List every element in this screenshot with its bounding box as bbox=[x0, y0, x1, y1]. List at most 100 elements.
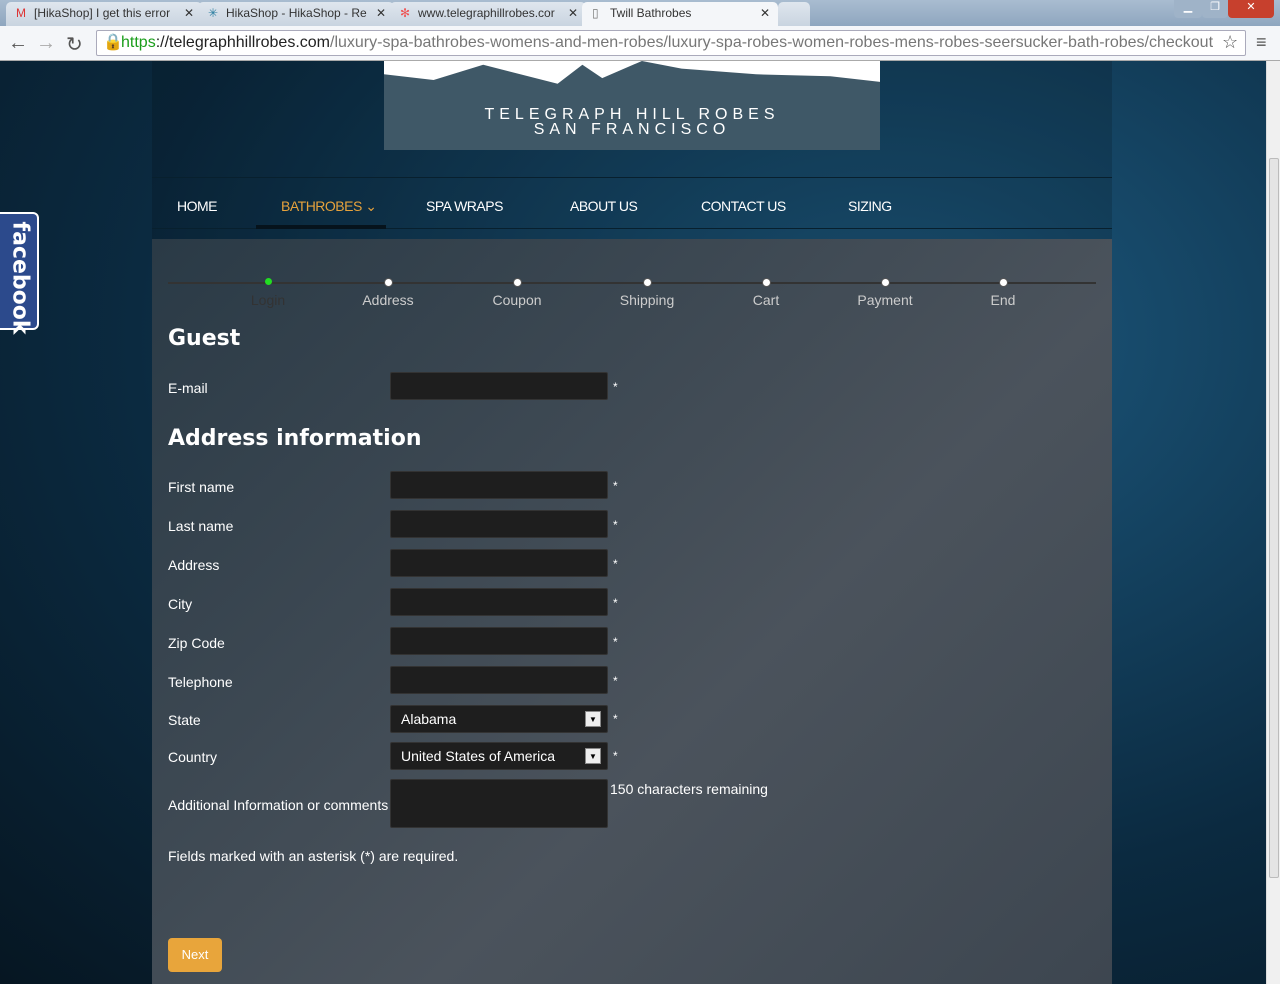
step-dot-shipping bbox=[643, 278, 652, 287]
tab-joomla[interactable]: ✻ www.telegraphillrobes.cor ✕ bbox=[390, 2, 586, 26]
required-marker: * bbox=[613, 518, 618, 532]
first-name-label: First name bbox=[168, 479, 235, 495]
menu-label: BATHROBES bbox=[281, 198, 362, 214]
required-marker: * bbox=[613, 674, 618, 688]
reload-icon[interactable]: ↻ bbox=[66, 32, 83, 57]
zip-code-input[interactable] bbox=[390, 627, 608, 655]
tab-hikashop[interactable]: ✳ HikaShop - HikaShop - Re ✕ bbox=[198, 2, 394, 26]
checkout-panel: Login Address Coupon Shipping Cart Payme… bbox=[152, 239, 1112, 984]
country-value: United States of America bbox=[401, 748, 556, 764]
menu-home[interactable]: HOME bbox=[177, 198, 218, 214]
chars-remaining: 150 characters remaining bbox=[610, 781, 768, 797]
close-window-button[interactable]: ✕ bbox=[1228, 0, 1274, 18]
menu-icon[interactable]: ≡ bbox=[1256, 32, 1267, 53]
maximize-button[interactable]: ❐ bbox=[1202, 0, 1228, 18]
step-dot-end bbox=[999, 278, 1008, 287]
comments-label: Additional Information or comments bbox=[168, 797, 389, 813]
menu-bathrobes[interactable]: BATHROBES ⌄ bbox=[281, 198, 377, 215]
guest-heading: Guest bbox=[168, 326, 241, 351]
progress-track bbox=[168, 282, 1096, 284]
state-value: Alabama bbox=[401, 711, 457, 727]
comments-textarea[interactable] bbox=[390, 779, 608, 828]
close-tab-icon[interactable]: ✕ bbox=[760, 6, 770, 20]
step-shipping: Shipping bbox=[619, 292, 675, 308]
scrollbar[interactable] bbox=[1266, 61, 1280, 984]
new-tab-button[interactable] bbox=[778, 2, 810, 26]
gmail-icon: M bbox=[16, 6, 26, 20]
required-marker: * bbox=[613, 712, 618, 726]
menu-contact-us[interactable]: CONTACT US bbox=[701, 198, 786, 214]
zip-code-label: Zip Code bbox=[168, 635, 225, 651]
step-dot-address bbox=[384, 278, 393, 287]
last-name-label: Last name bbox=[168, 518, 234, 534]
dropdown-arrow-icon: ▼ bbox=[585, 711, 601, 727]
required-marker: * bbox=[613, 380, 618, 394]
address-heading: Address information bbox=[168, 426, 422, 451]
address-input[interactable] bbox=[390, 549, 608, 577]
required-marker: * bbox=[613, 479, 618, 493]
active-menu-indicator bbox=[256, 225, 386, 229]
step-cart: Cart bbox=[752, 292, 780, 308]
facebook-logo: facebook bbox=[7, 221, 33, 335]
first-name-input[interactable] bbox=[390, 471, 608, 499]
forward-icon[interactable]: → bbox=[36, 32, 56, 55]
address-label: Address bbox=[168, 557, 220, 573]
step-dot-cart bbox=[762, 278, 771, 287]
step-coupon: Coupon bbox=[492, 292, 542, 308]
menu-spa-wraps[interactable]: SPA WRAPS bbox=[426, 198, 503, 214]
required-marker: * bbox=[613, 596, 618, 610]
tab-title: [HikaShop] I get this error bbox=[34, 6, 171, 20]
country-label: Country bbox=[168, 749, 218, 765]
step-dot-login bbox=[265, 278, 272, 285]
dropdown-arrow-icon: ▼ bbox=[585, 748, 601, 764]
city-input[interactable] bbox=[390, 588, 608, 616]
required-note: Fields marked with an asterisk (*) are r… bbox=[168, 848, 459, 864]
next-button[interactable]: Next bbox=[168, 938, 222, 972]
telephone-label: Telephone bbox=[168, 674, 233, 690]
bookmark-star-icon[interactable]: ☆ bbox=[1222, 32, 1238, 53]
email-label: E-mail bbox=[168, 380, 208, 396]
email-input[interactable] bbox=[390, 372, 608, 400]
main-menu: HOME BATHROBES ⌄ SPA WRAPS ABOUT US CONT… bbox=[152, 177, 1112, 229]
joomla-icon: ✻ bbox=[400, 6, 411, 20]
minimize-button[interactable]: ▁ bbox=[1174, 0, 1202, 18]
logo-line2: SAN FRANCISCO bbox=[533, 121, 731, 138]
tab-twill-bathrobes[interactable]: ▯ Twill Bathrobes ✕ bbox=[582, 2, 778, 26]
city-label: City bbox=[168, 596, 193, 612]
lock-icon: 🔒 bbox=[103, 34, 123, 51]
menu-sizing[interactable]: SIZING bbox=[848, 198, 892, 214]
tab-gmail[interactable]: M [HikaShop] I get this error ✕ bbox=[6, 2, 202, 26]
site-logo[interactable]: TELEGRAPH HILL ROBES SAN FRANCISCO bbox=[384, 61, 880, 150]
country-select[interactable]: United States of America ▼ bbox=[390, 742, 608, 770]
page-icon: ▯ bbox=[592, 6, 599, 20]
last-name-input[interactable] bbox=[390, 510, 608, 538]
skyline-graphic bbox=[384, 61, 880, 84]
menu-about-us[interactable]: ABOUT US bbox=[570, 198, 638, 214]
url-scheme: https bbox=[121, 34, 156, 51]
step-login: Login bbox=[250, 292, 286, 308]
state-select[interactable]: Alabama ▼ bbox=[390, 705, 608, 733]
page: TELEGRAPH HILL ROBES SAN FRANCISCO HOME … bbox=[0, 61, 1266, 984]
url-path: /luxury-spa-bathrobes-womens-and-men-rob… bbox=[330, 34, 1214, 51]
url-domain: ://telegraphhillrobes.com bbox=[155, 34, 330, 51]
step-end: End bbox=[990, 292, 1016, 308]
hikashop-icon: ✳ bbox=[208, 6, 219, 20]
step-payment: Payment bbox=[857, 292, 913, 308]
tab-title: HikaShop - HikaShop - Re bbox=[226, 6, 367, 20]
step-address: Address bbox=[362, 292, 414, 308]
scrollbar-thumb[interactable] bbox=[1269, 158, 1279, 878]
required-marker: * bbox=[613, 749, 618, 763]
tab-title: Twill Bathrobes bbox=[610, 6, 692, 20]
chevron-down-icon: ⌄ bbox=[365, 198, 377, 214]
required-marker: * bbox=[613, 557, 618, 571]
tab-bar: M [HikaShop] I get this error ✕ ✳ HikaShop … bbox=[0, 0, 1280, 26]
close-tab-icon[interactable]: ✕ bbox=[568, 6, 578, 20]
telephone-input[interactable] bbox=[390, 666, 608, 694]
close-tab-icon[interactable]: ✕ bbox=[184, 6, 194, 20]
tab-title: www.telegraphillrobes.cor bbox=[418, 6, 555, 20]
facebook-tab[interactable]: facebook bbox=[0, 212, 39, 335]
back-icon[interactable]: ← bbox=[8, 32, 28, 55]
url-input[interactable]: 🔒 https://telegraphhillrobes.com/luxury-s… bbox=[96, 30, 1246, 56]
step-dot-coupon bbox=[513, 278, 522, 287]
close-tab-icon[interactable]: ✕ bbox=[376, 6, 386, 20]
